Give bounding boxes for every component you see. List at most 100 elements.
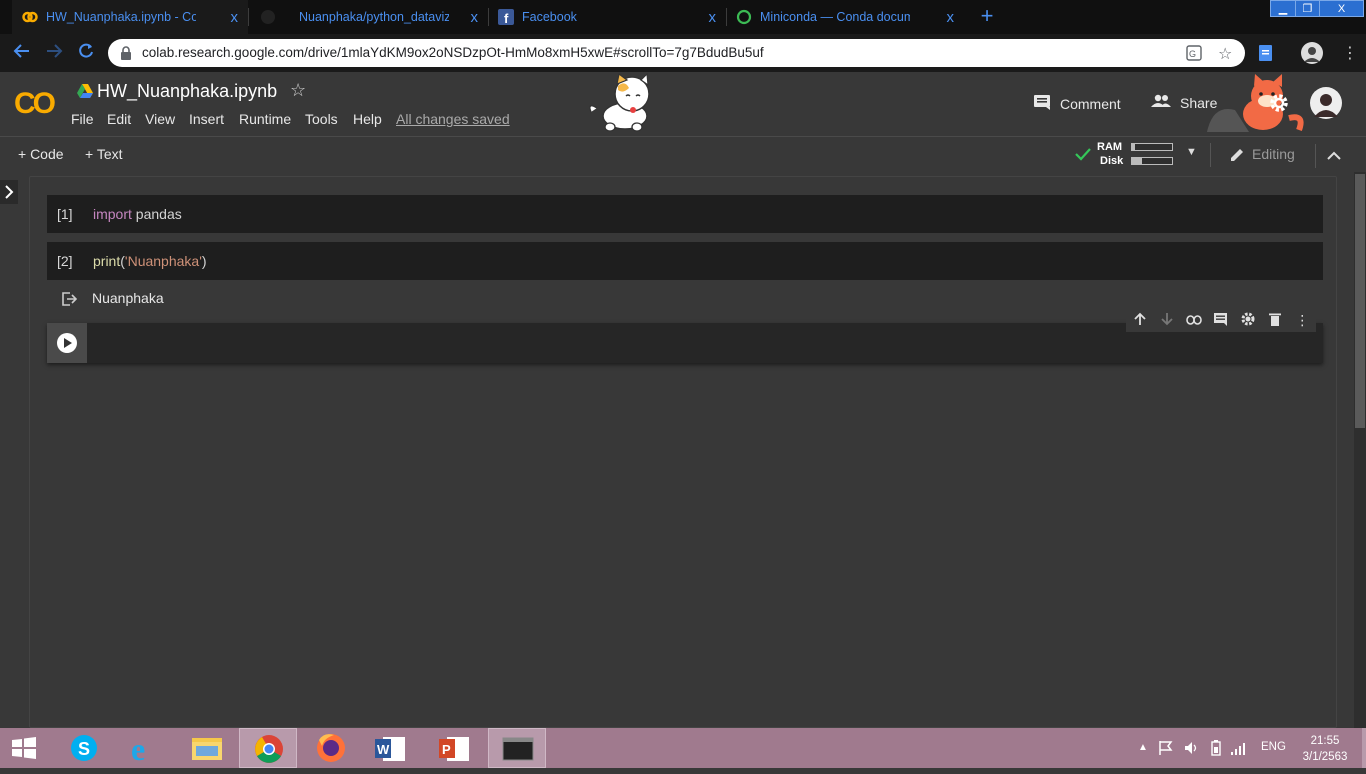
cats-decoration-icon: [1205, 74, 1315, 141]
close-tab-icon[interactable]: x: [231, 9, 239, 26]
firefox-icon[interactable]: [300, 728, 358, 768]
editing-mode-label[interactable]: Editing: [1252, 146, 1295, 162]
menu-tools[interactable]: Tools: [305, 111, 338, 127]
minimize-button[interactable]: ▁: [1270, 0, 1296, 17]
comment-icon[interactable]: [1211, 312, 1231, 329]
more-options-icon[interactable]: ⋮: [1292, 312, 1312, 329]
toolbar-divider: [1315, 144, 1316, 168]
ram-label: RAM: [1097, 141, 1123, 153]
settings-gear-icon[interactable]: [1268, 92, 1290, 119]
drive-icon[interactable]: [77, 84, 93, 103]
browser-tab-facebook[interactable]: f Facebook x: [490, 0, 726, 34]
resources-dropdown-icon[interactable]: ▼: [1186, 146, 1197, 158]
chrome-icon[interactable]: [239, 728, 297, 768]
system-clock[interactable]: 21:55 3/1/2563: [1296, 733, 1354, 765]
close-tab-icon[interactable]: x: [709, 9, 717, 26]
browser-tab-colab[interactable]: HW_Nuanphaka.ipynb - Colabora x: [12, 0, 248, 34]
code-cell-1[interactable]: [1] import pandas: [47, 195, 1323, 233]
toolbar-divider: [1210, 143, 1211, 167]
left-gutter: [0, 172, 29, 728]
show-desktop-button[interactable]: [1362, 728, 1366, 768]
output-redirect-icon[interactable]: [61, 291, 78, 312]
scrollbar-thumb[interactable]: [1355, 174, 1365, 428]
code-text: pandas: [131, 206, 182, 222]
bookmark-star-icon[interactable]: ☆: [1218, 44, 1232, 64]
facebook-icon: f: [498, 9, 514, 26]
volume-icon[interactable]: [1183, 740, 1199, 761]
comment-button[interactable]: Comment: [1033, 94, 1121, 113]
translate-icon[interactable]: G: [1186, 45, 1202, 66]
menu-file[interactable]: File: [71, 111, 94, 127]
link-icon[interactable]: [1184, 312, 1204, 328]
disk-usage-bar[interactable]: [1131, 157, 1173, 165]
disk-label: Disk: [1100, 155, 1124, 167]
new-tab-button[interactable]: +: [976, 5, 998, 28]
word-icon[interactable]: W: [361, 728, 419, 768]
comment-icon: [1033, 94, 1051, 113]
menu-help[interactable]: Help: [353, 111, 382, 127]
clock-date: 3/1/2563: [1302, 751, 1348, 763]
clock-time: 21:55: [1310, 735, 1340, 747]
cell-code[interactable]: import pandas: [93, 206, 182, 222]
delete-icon[interactable]: [1265, 312, 1285, 329]
menu-edit[interactable]: Edit: [107, 111, 131, 127]
close-tab-icon[interactable]: x: [471, 9, 479, 26]
svg-text:S: S: [78, 739, 90, 759]
battery-icon[interactable]: [1210, 740, 1222, 761]
reload-icon[interactable]: [77, 42, 95, 65]
move-up-icon[interactable]: [1130, 312, 1150, 329]
cell-settings-icon[interactable]: [1238, 311, 1258, 330]
signal-icon[interactable]: [1230, 740, 1248, 761]
svg-text:P: P: [442, 742, 451, 757]
flag-icon[interactable]: [1158, 740, 1174, 761]
tab-title: Facebook: [522, 10, 577, 24]
docs-extension-icon[interactable]: [1258, 44, 1274, 67]
svg-text:e: e: [131, 731, 145, 767]
svg-text:W: W: [377, 742, 390, 757]
skype-icon[interactable]: S: [56, 728, 114, 768]
svg-text:G: G: [1189, 49, 1196, 59]
star-icon[interactable]: ☆: [290, 80, 306, 101]
internet-explorer-icon[interactable]: e: [117, 728, 175, 768]
add-text-button[interactable]: + Text: [85, 146, 123, 162]
save-status[interactable]: All changes saved: [396, 111, 510, 127]
powerpoint-icon[interactable]: P: [425, 728, 483, 768]
move-down-icon[interactable]: [1157, 312, 1177, 329]
run-cell-button[interactable]: [47, 323, 87, 363]
tab-title: Miniconda — Conda documentati: [760, 10, 910, 24]
colab-logo[interactable]: CO: [14, 87, 56, 121]
profile-avatar[interactable]: [1301, 42, 1323, 69]
cat-decoration-icon: [585, 72, 660, 139]
url-bar[interactable]: colab.research.google.com/drive/1mlaYdKM…: [108, 39, 1245, 67]
show-hidden-icons[interactable]: ▲: [1138, 742, 1148, 753]
pencil-icon: [1229, 147, 1245, 168]
file-explorer-icon[interactable]: [178, 728, 236, 768]
menu-insert[interactable]: Insert: [189, 111, 224, 127]
add-code-button[interactable]: + Code: [18, 146, 64, 162]
collapse-header-icon[interactable]: [1327, 147, 1341, 165]
cell-code[interactable]: print('Nuanphaka'): [93, 253, 207, 269]
notebook-toolbar: + Code + Text RAM Disk ▼ Editing: [0, 136, 1366, 172]
input-language[interactable]: ENG: [1261, 741, 1286, 753]
command-prompt-icon[interactable]: [488, 728, 546, 768]
windows-start-icon[interactable]: [0, 728, 58, 768]
browser-tab-miniconda[interactable]: Miniconda — Conda documentati x: [728, 0, 964, 34]
browser-tab-github[interactable]: Nuanphaka/python_dataviz x: [252, 0, 488, 34]
menu-runtime[interactable]: Runtime: [239, 111, 291, 127]
code-text: ): [201, 253, 207, 269]
code-cell-2[interactable]: [2] print('Nuanphaka'): [47, 242, 1323, 280]
account-avatar[interactable]: [1310, 87, 1342, 124]
close-tab-icon[interactable]: x: [947, 9, 955, 26]
back-icon[interactable]: [13, 42, 31, 65]
url-text: colab.research.google.com/drive/1mlaYdKM…: [142, 45, 764, 60]
ram-usage-bar[interactable]: [1131, 143, 1173, 151]
forward-icon[interactable]: [45, 42, 63, 65]
notebook-title[interactable]: HW_Nuanphaka.ipynb: [97, 81, 277, 102]
address-bar-row: colab.research.google.com/drive/1mlaYdKM…: [0, 34, 1366, 72]
browser-menu-icon[interactable]: ⋮: [1342, 43, 1358, 63]
colab-header: CO HW_Nuanphaka.ipynb ☆ File Edit View I…: [0, 72, 1366, 136]
window-close-button[interactable]: X: [1319, 0, 1364, 17]
restore-button[interactable]: ❐: [1295, 0, 1320, 17]
sidebar-toggle[interactable]: [0, 180, 18, 204]
menu-view[interactable]: View: [145, 111, 175, 127]
